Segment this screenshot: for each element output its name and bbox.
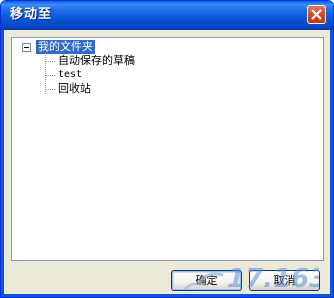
- tree-connector-branch: [46, 61, 55, 62]
- cancel-button[interactable]: 取消: [249, 270, 320, 291]
- tree-item-recycle-bin[interactable]: 回收站: [58, 82, 91, 96]
- tree-item-drafts[interactable]: 自动保存的草稿: [58, 54, 135, 68]
- close-icon: [311, 9, 322, 20]
- close-button[interactable]: [307, 5, 326, 24]
- window-frame-left: [1, 30, 4, 297]
- move-to-dialog: 移动至 我的文件夹 自动保存的草稿 test 回收站 确定 取消 17.163: [0, 0, 334, 298]
- folder-tree[interactable]: 我的文件夹 自动保存的草稿 test 回收站: [11, 37, 324, 261]
- dialog-title: 移动至: [10, 7, 53, 22]
- tree-item-my-folder[interactable]: 我的文件夹: [36, 40, 95, 54]
- title-bar[interactable]: 移动至: [1, 1, 333, 30]
- tree-connector-branch: [46, 75, 55, 76]
- collapse-toggle-icon[interactable]: [22, 43, 31, 52]
- tree-item-test[interactable]: test: [58, 68, 82, 82]
- tree-connector-line: [45, 53, 46, 94]
- ok-button[interactable]: 确定: [171, 270, 242, 291]
- tree-connector-branch: [46, 89, 55, 90]
- window-frame-bottom: [1, 294, 333, 297]
- window-frame-right: [330, 30, 333, 297]
